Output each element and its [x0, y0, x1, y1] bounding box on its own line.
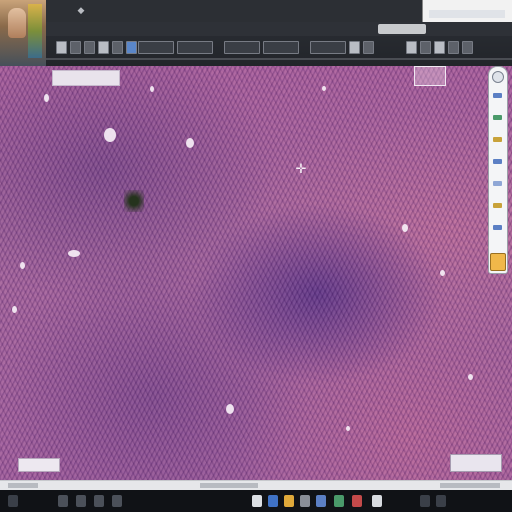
- taskbar: [0, 490, 512, 512]
- toolbar-group-4: [310, 40, 374, 54]
- toolbar-group-2: [138, 40, 213, 54]
- zoom-slider-handle[interactable]: [490, 253, 506, 271]
- channel-select-button[interactable]: [224, 40, 260, 54]
- webcam-overlay: [0, 0, 47, 66]
- tissue-lumen: [186, 138, 194, 148]
- tissue-lumen: [468, 374, 473, 380]
- toolbar-group-right: [406, 40, 473, 54]
- overview-thumbnail[interactable]: [414, 66, 446, 86]
- pan-tool-button[interactable]: [70, 40, 81, 54]
- file-explorer-icon[interactable]: [252, 495, 262, 507]
- tissue-lumen: [150, 86, 154, 92]
- taskbar-app-icon[interactable]: [334, 495, 344, 507]
- annotate-tool-button[interactable]: [126, 40, 137, 54]
- toolbar-group-3: [224, 40, 299, 54]
- magnification-select-button[interactable]: [177, 40, 213, 54]
- toolbar-group-left: [56, 40, 137, 54]
- tissue-lumen: [20, 262, 25, 269]
- toolbar-divider: [46, 58, 512, 60]
- toolbar: [46, 22, 512, 66]
- status-segment: [200, 483, 258, 488]
- fullscreen-button[interactable]: [434, 40, 445, 54]
- tray-icon[interactable]: [420, 495, 430, 507]
- slide-viewport[interactable]: ✛: [0, 66, 512, 480]
- tissue-lumen: [346, 426, 350, 431]
- status-segment: [440, 483, 500, 488]
- taskbar-app-icon[interactable]: [94, 495, 104, 507]
- tissue-texture: [0, 66, 512, 480]
- zoom-in-tool-button[interactable]: [84, 40, 95, 54]
- notification-panel-band: [429, 10, 505, 18]
- title-bar: ◆: [46, 0, 422, 23]
- tissue-lumen: [322, 86, 326, 91]
- tissue-lumen: [44, 94, 49, 102]
- tray-icon[interactable]: [436, 495, 446, 507]
- zoom-out-tool-button[interactable]: [98, 40, 109, 54]
- zoom-slider[interactable]: [488, 66, 508, 274]
- settings-tool-button[interactable]: [420, 40, 431, 54]
- ellipse-tool-button[interactable]: [363, 40, 374, 54]
- tissue-lumen: [104, 128, 116, 142]
- webcam-background-shelf: [28, 4, 42, 58]
- taskbar-app-icon[interactable]: [76, 495, 86, 507]
- screen: ◆ ✛: [0, 0, 512, 512]
- scale-bar: [18, 458, 60, 472]
- taskbar-app-icon[interactable]: [112, 495, 122, 507]
- zoom-level-mark[interactable]: [493, 203, 502, 208]
- rectangle-tool-button[interactable]: [349, 40, 360, 54]
- crosshair-icon: ✛: [295, 161, 307, 176]
- taskbar-app-icon[interactable]: [352, 495, 362, 507]
- zoom-level-mark[interactable]: [493, 137, 502, 142]
- status-segment: [8, 483, 38, 488]
- zoom-level-mark[interactable]: [493, 93, 502, 98]
- settings-icon[interactable]: [300, 495, 310, 507]
- webcam-person: [8, 8, 26, 38]
- tissue-lumen: [12, 306, 17, 313]
- export-button[interactable]: [310, 40, 346, 54]
- zoom-level-mark[interactable]: [493, 181, 502, 186]
- start-icon[interactable]: [8, 495, 18, 507]
- zoom-slider-top-icon[interactable]: [492, 71, 504, 83]
- folder-icon[interactable]: [284, 495, 294, 507]
- tissue-image: [0, 66, 512, 480]
- measure-tool-button[interactable]: [112, 40, 123, 54]
- taskbar-app-icon[interactable]: [58, 495, 68, 507]
- tissue-lumen: [68, 250, 80, 257]
- zoom-level-mark[interactable]: [493, 159, 502, 164]
- pointer-tool-button[interactable]: [56, 40, 67, 54]
- info-box: [450, 454, 502, 472]
- tissue-lumen: [440, 270, 445, 276]
- help-button[interactable]: [448, 40, 459, 54]
- taskbar-app-icon[interactable]: [316, 495, 326, 507]
- toolbar-strip: [46, 22, 512, 36]
- search-input[interactable]: [378, 24, 426, 34]
- zoom-level-mark[interactable]: [493, 115, 502, 120]
- slide-viewer-taskbar-icon[interactable]: [372, 495, 382, 507]
- close-button[interactable]: [462, 40, 473, 54]
- layer-select-button[interactable]: [138, 40, 174, 54]
- tissue-lumen: [402, 224, 408, 232]
- slide-viewer-icon[interactable]: ◆: [76, 5, 86, 15]
- freehand-tool-button[interactable]: [406, 40, 417, 54]
- browser-icon[interactable]: [268, 495, 278, 507]
- annotation-marker[interactable]: [124, 190, 144, 212]
- slide-label: [52, 70, 120, 86]
- tissue-lumen: [226, 404, 234, 414]
- view-mode-button[interactable]: [263, 40, 299, 54]
- zoom-level-mark[interactable]: [493, 225, 502, 230]
